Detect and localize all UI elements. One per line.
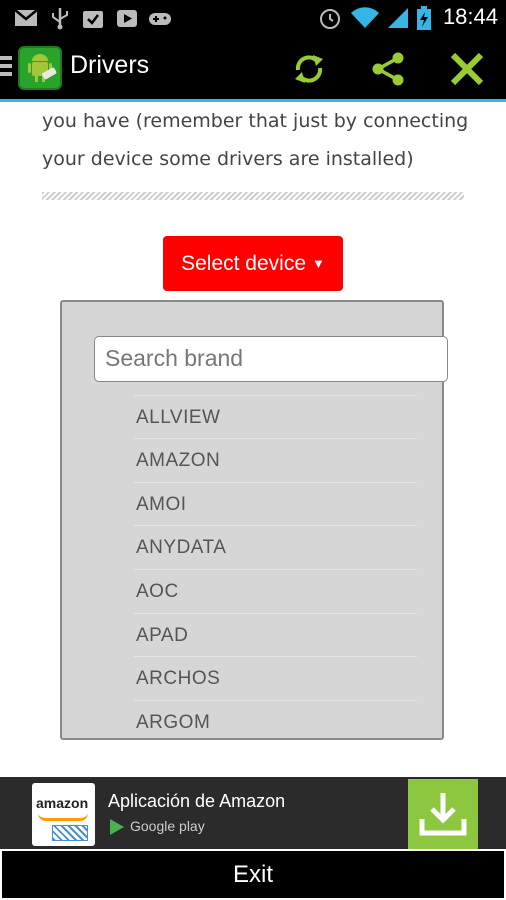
ad-store: Google play (110, 818, 205, 836)
signal-icon (388, 8, 408, 28)
divider (42, 192, 464, 200)
app-bar: Drivers (0, 36, 506, 102)
youtube-icon (117, 10, 137, 27)
amazon-logo: amazon (32, 783, 95, 846)
list-item[interactable]: ARCHOS (134, 657, 417, 701)
game-icon (149, 13, 171, 25)
amazon-logo-text: amazon (36, 795, 89, 811)
dropdown-arrow-icon: ▼ (312, 256, 325, 271)
intro-text: you have (remember that just by connecti… (42, 102, 482, 178)
exit-button[interactable]: Exit (2, 851, 504, 898)
download-done-icon (83, 11, 103, 28)
usb-icon (52, 8, 68, 30)
brand-list[interactable]: ALCATEL ALLVIEW AMAZON AMOI ANYDATA AOC … (134, 363, 417, 738)
share-icon[interactable] (369, 50, 407, 88)
clock: 18:44 (442, 4, 498, 29)
gmail-icon (14, 9, 38, 26)
download-icon (419, 793, 467, 836)
ad-store-label: Google play (130, 818, 205, 834)
intro-line: you have (remember that just by connecti… (42, 110, 469, 132)
intro-line: your device some drivers are installed) (42, 148, 414, 170)
content-area: you have (remember that just by connecti… (0, 102, 506, 777)
list-item[interactable]: AMOI (134, 483, 417, 527)
app-title: Drivers (70, 51, 150, 79)
list-item[interactable]: ALLVIEW (134, 396, 417, 440)
exit-bar: Exit (0, 849, 506, 900)
battery-charging-icon (417, 6, 431, 30)
ad-title: Aplicación de Amazon (108, 791, 286, 811)
select-device-label: Select device (181, 251, 307, 275)
cart-icon (52, 825, 88, 841)
ad-banner[interactable]: amazon Aplicación de Amazon Google play (0, 777, 506, 849)
alarm-icon (320, 9, 340, 29)
close-icon[interactable] (448, 50, 486, 88)
android-icon (28, 54, 57, 82)
refresh-icon[interactable] (290, 50, 328, 88)
ad-download-button[interactable] (408, 779, 478, 849)
amazon-smile-icon (38, 813, 88, 821)
list-item[interactable]: ANYDATA (134, 526, 417, 570)
wifi-icon (351, 7, 379, 29)
status-bar: 18:44 (0, 0, 506, 36)
app-logo[interactable] (18, 46, 62, 90)
list-item[interactable]: AOC (134, 570, 417, 614)
list-item[interactable]: APAD (134, 614, 417, 658)
select-device-button[interactable]: Select device ▼ (163, 236, 343, 291)
list-item[interactable]: AMAZON (134, 439, 417, 483)
list-item[interactable]: ARGOM (134, 701, 417, 738)
menu-icon[interactable] (0, 56, 12, 78)
google-play-icon (110, 819, 124, 836)
search-brand-input[interactable]: Search brand (94, 336, 448, 382)
